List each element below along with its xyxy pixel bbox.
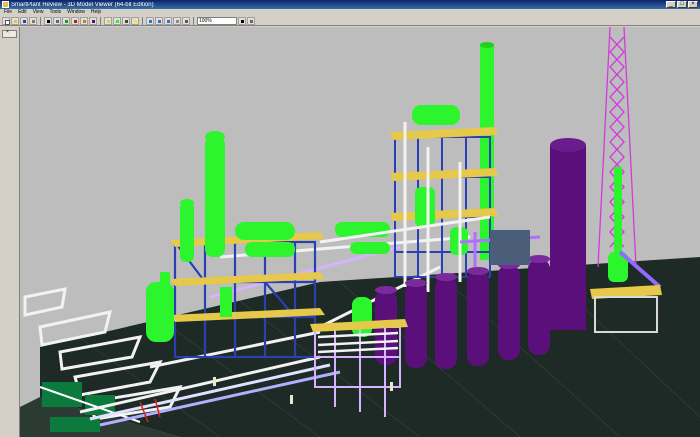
tag-icon[interactable] [113,16,121,25]
close-icon[interactable]: × [6,29,9,35]
menu-file[interactable]: File [4,9,12,16]
lattice-stack [614,167,622,262]
toolbar: 100% [0,16,700,26]
measure-icon[interactable] [104,16,112,25]
rotate-icon[interactable] [80,16,88,25]
wireframe-icon[interactable] [173,16,181,25]
shaded-icon[interactable] [182,16,190,25]
menu-view[interactable]: View [33,9,44,16]
equipment-module [490,230,530,265]
select-icon[interactable] [44,16,52,25]
open-icon[interactable] [11,16,19,25]
menu-window[interactable]: Window [67,9,85,16]
purple-column [550,138,586,330]
toolbar-separator [142,16,143,25]
menu-edit[interactable]: Edit [18,9,27,16]
menu-tools[interactable]: Tools [49,9,61,16]
tower-piping [319,122,491,292]
zoom-in-icon[interactable] [62,16,70,25]
light-icon[interactable] [131,16,139,25]
iso-view-icon[interactable] [164,16,172,25]
new-icon[interactable] [2,16,10,25]
title-bar: SmartPlant Review - 3D Model Viewer (64-… [0,0,700,9]
chevron-down-icon[interactable] [238,16,246,25]
close-button[interactable]: × [688,1,698,8]
3d-viewport[interactable] [20,27,700,437]
zoom-out-icon[interactable] [71,16,79,25]
ground-slab [40,257,700,437]
save-icon[interactable] [20,16,28,25]
window-title: SmartPlant Review - 3D Model Viewer (64-… [11,1,154,8]
print-icon[interactable] [29,16,37,25]
top-view-icon[interactable] [155,16,163,25]
app-icon [2,1,9,8]
panel-tab[interactable] [2,30,17,38]
green-stack [480,45,494,260]
zoom-level-field[interactable]: 100% [197,16,237,25]
side-panel: × [0,27,20,437]
toolbar-separator [100,16,101,25]
camera-icon[interactable] [122,16,130,25]
pan-icon[interactable] [53,16,61,25]
fit-view-icon[interactable] [89,16,97,25]
settings-icon[interactable] [247,16,255,25]
menu-help[interactable]: Help [91,9,101,16]
minimize-button[interactable]: _ [666,1,676,8]
plant-model-render[interactable] [20,27,700,437]
maximize-button[interactable]: □ [677,1,687,8]
front-view-icon[interactable] [146,16,154,25]
toolbar-separator [40,16,41,25]
menu-bar: File Edit View Tools Window Help [0,9,700,16]
toolbar-separator [193,16,194,25]
